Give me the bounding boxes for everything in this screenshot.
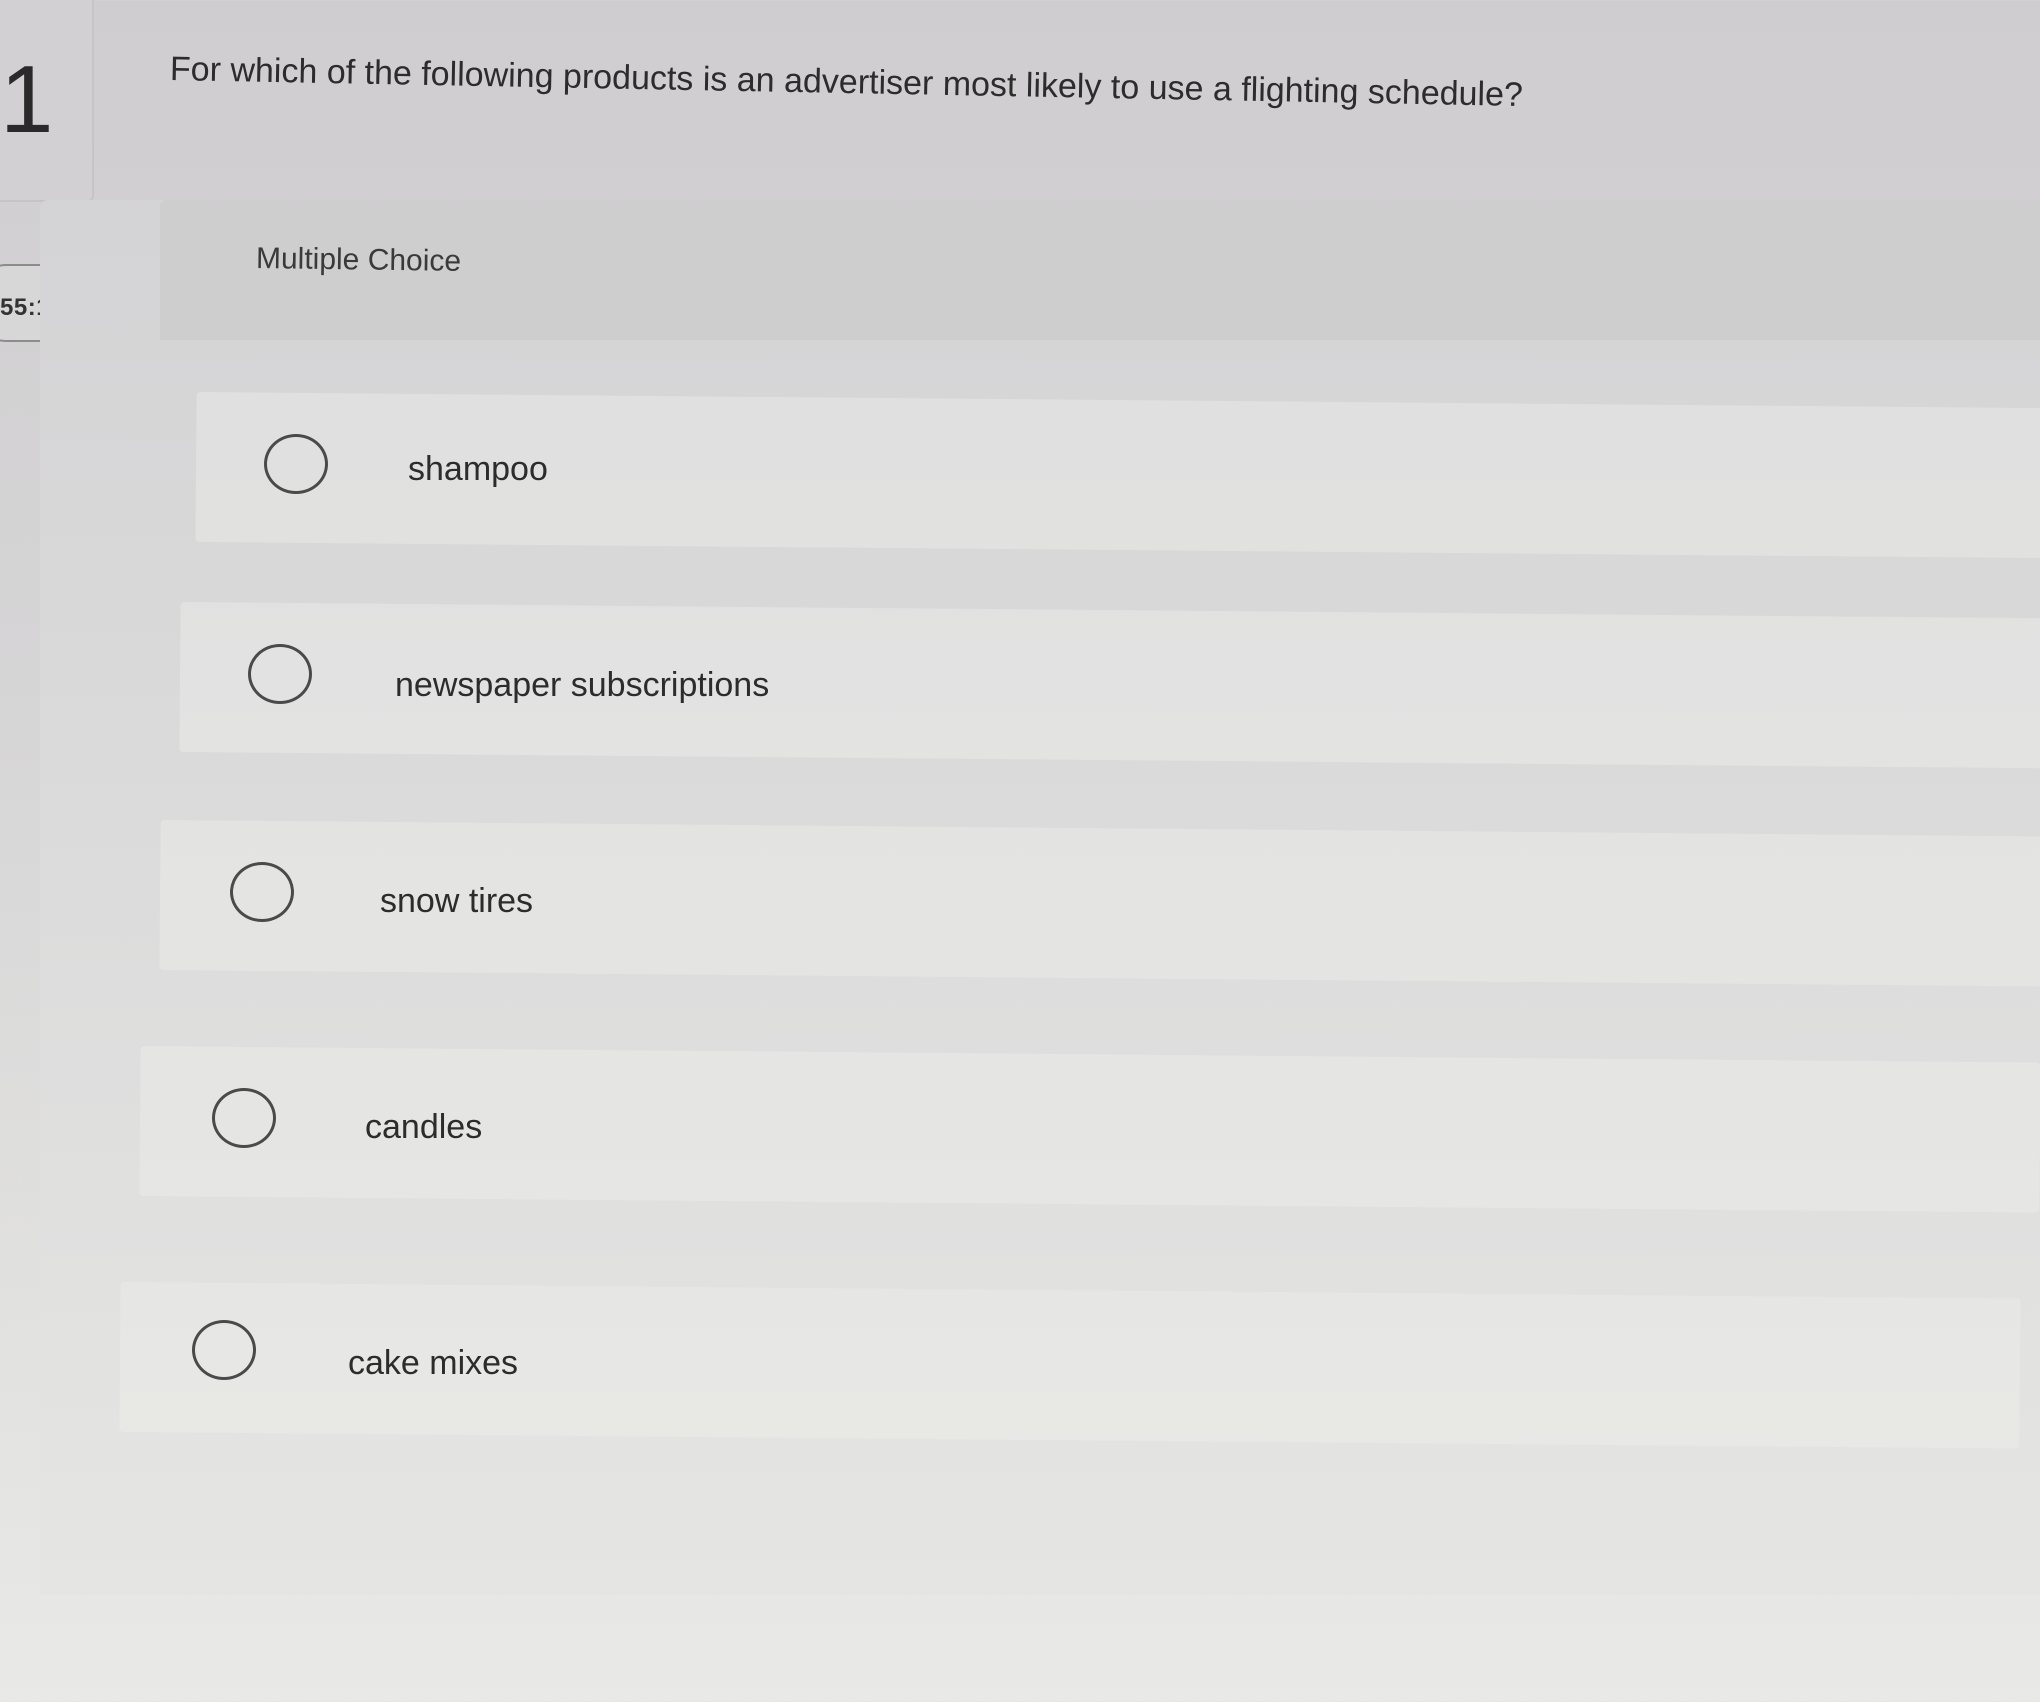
- radio-button-shampoo[interactable]: [264, 434, 328, 494]
- question-type-label: Multiple Choice: [255, 242, 462, 278]
- radio-button-cake-mixes[interactable]: [192, 1320, 256, 1380]
- answer-option-label: snow tires: [380, 882, 534, 920]
- radio-button-candles[interactable]: [212, 1088, 276, 1148]
- question-number: 1: [0, 46, 54, 153]
- question-text: For which of the following products is a…: [169, 50, 1524, 114]
- answer-option-label: candles: [365, 1108, 483, 1146]
- answer-option-label: newspaper subscriptions: [395, 666, 770, 704]
- radio-button-newspaper-subscriptions[interactable]: [248, 644, 312, 704]
- answer-option-label: shampoo: [408, 450, 548, 488]
- radio-button-snow-tires[interactable]: [230, 862, 294, 922]
- answer-option-label: cake mixes: [348, 1344, 519, 1382]
